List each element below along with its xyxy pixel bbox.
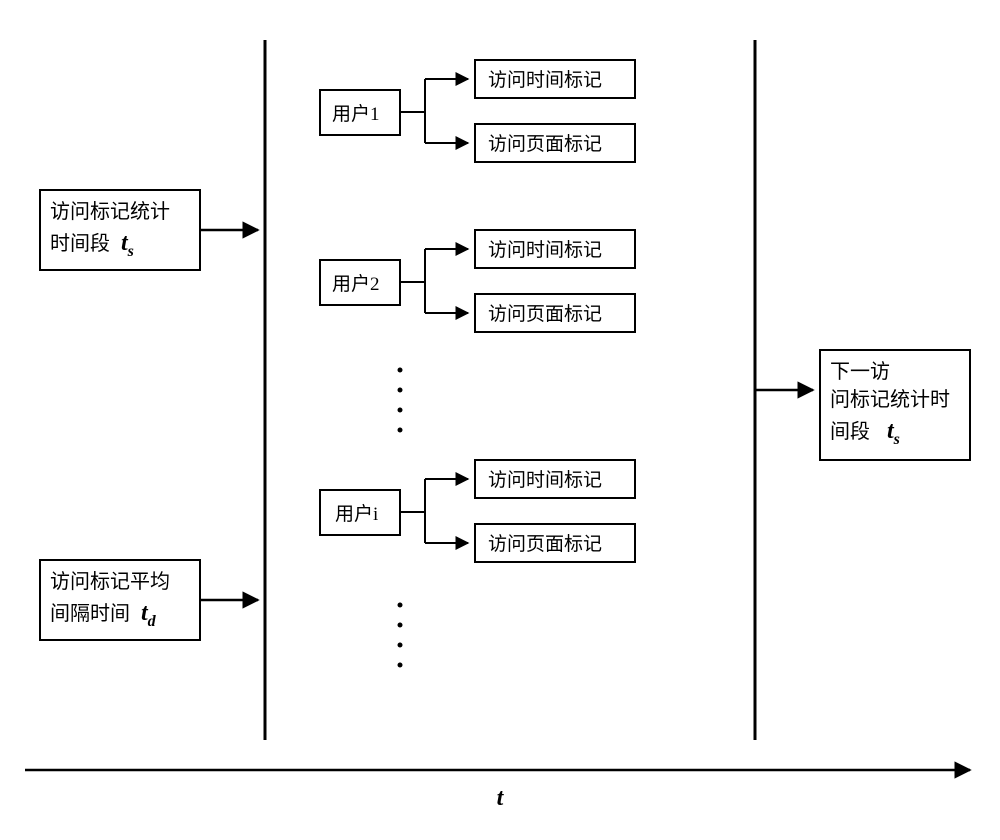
- useri-label: 用户i: [335, 503, 378, 525]
- user2-time: 访问时间标记: [488, 239, 602, 261]
- box-next-period: 下一访 问标记统计时 间段 ts: [820, 350, 970, 460]
- useri-time: 访问时间标记: [488, 469, 602, 491]
- ellipsis-2: [398, 603, 403, 668]
- user-group-i: 用户i 访问时间标记 访问页面标记: [320, 460, 635, 562]
- user1-time: 访问时间标记: [488, 69, 602, 91]
- user-group-1: 用户1 访问时间标记 访问页面标记: [320, 60, 635, 162]
- avg-line1: 访问标记平均: [50, 570, 170, 593]
- next-line2: 问标记统计时: [830, 388, 950, 411]
- axis-label: t: [497, 785, 505, 811]
- stats-line1: 访问标记统计: [50, 200, 170, 223]
- ellipsis-1: [398, 368, 403, 433]
- user2-page: 访问页面标记: [488, 303, 602, 325]
- box-stats-period: 访问标记统计 时间段 ts: [40, 190, 200, 270]
- user2-label: 用户2: [332, 273, 380, 295]
- next-line1: 下一访: [830, 360, 890, 383]
- box-avg-interval: 访问标记平均 间隔时间 td: [40, 560, 200, 640]
- useri-page: 访问页面标记: [488, 533, 602, 555]
- user1-label: 用户1: [332, 103, 380, 125]
- user1-page: 访问页面标记: [488, 133, 602, 155]
- user-group-2: 用户2 访问时间标记 访问页面标记: [320, 230, 635, 332]
- diagram-canvas: 访问标记统计 时间段 ts 访问标记平均 间隔时间 td 用户1 访问时间标记 …: [0, 0, 1000, 840]
